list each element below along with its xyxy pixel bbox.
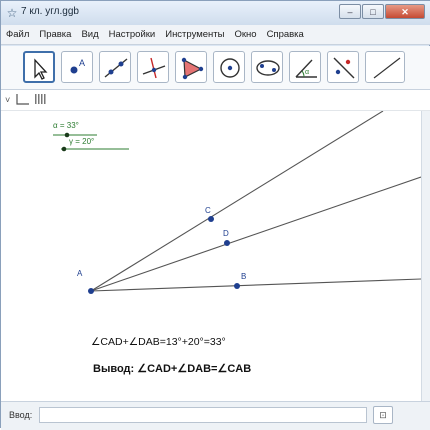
slider-gamma-handle[interactable] [61, 146, 67, 152]
point-b[interactable] [234, 283, 240, 289]
axes-icon [16, 94, 29, 105]
minimize-button[interactable]: – [339, 4, 361, 19]
point-a-label: A [77, 269, 83, 278]
angle-icon: α [295, 59, 317, 78]
graphics-view[interactable]: α = 33° γ = 20° A C D B ∠CAD+∠DAB=13°+20… [1, 110, 422, 401]
style-bar: ˅ [1, 90, 430, 111]
point-icon: A [70, 58, 85, 74]
equation-text[interactable]: ∠CAD+∠DAB=13°+20°=33° [91, 336, 226, 348]
menu-tools[interactable]: Инструменты [165, 29, 224, 40]
menu-window[interactable]: Окно [234, 29, 256, 40]
point-c-label: C [205, 206, 211, 215]
menu-view[interactable]: Вид [81, 29, 98, 40]
menu-settings[interactable]: Настройки [109, 29, 156, 40]
point-c[interactable] [208, 216, 214, 222]
ray-ac[interactable] [90, 110, 384, 292]
angle-tool-button[interactable]: α [289, 51, 321, 83]
svg-text:A: A [79, 58, 85, 68]
style-bar-icons: ˅ [5, 94, 46, 105]
input-label: Ввод: [9, 410, 33, 420]
polygon-icon [181, 57, 204, 80]
overflow-icon [373, 57, 401, 79]
menu-bar: Файл Правка Вид Настройки Инструменты Ок… [1, 25, 430, 45]
menu-help[interactable]: Справка [267, 29, 304, 40]
input-field[interactable] [39, 407, 367, 423]
point-d[interactable] [224, 240, 230, 246]
ray-ad[interactable] [90, 176, 422, 292]
menu-edit[interactable]: Правка [39, 29, 71, 40]
circle-icon [220, 58, 240, 78]
point-tool-button[interactable]: A [61, 51, 93, 83]
more-tools-button[interactable] [365, 51, 405, 83]
perpendicular-icon [142, 57, 166, 79]
reflect-icon [333, 57, 355, 79]
reflect-tool-button[interactable] [327, 51, 359, 83]
conclusion-text[interactable]: Вывод: ∠CAD+∠DAB=∠CAB [93, 363, 251, 375]
toolbar: A α [1, 46, 430, 90]
close-button[interactable]: ✕ [385, 4, 425, 19]
ray-ab[interactable] [90, 278, 422, 292]
line-icon [104, 58, 128, 78]
conic-tool-button[interactable] [251, 51, 283, 83]
point-d-label: D [223, 229, 229, 238]
point-a[interactable] [88, 288, 94, 294]
vertical-scrollbar[interactable] [421, 111, 430, 401]
perpendicular-tool-button[interactable] [137, 51, 169, 83]
app-star-icon: ☆ [6, 6, 18, 20]
window-buttons: – □ ✕ [339, 4, 425, 20]
line-tool-button[interactable] [99, 51, 131, 83]
polygon-tool-button[interactable] [175, 51, 207, 83]
collapse-icon: ˅ [5, 95, 10, 105]
geogebra-window: ☆ 7 кл. угл.ggb – □ ✕ Файл Правка Вид На… [0, 0, 430, 430]
circle-tool-button[interactable] [213, 51, 245, 83]
window-title: 7 кл. угл.ggb [21, 6, 79, 17]
title-bar[interactable]: ☆ 7 кл. угл.ggb – □ ✕ [1, 1, 430, 25]
input-help-button[interactable]: ⊡ [373, 406, 393, 424]
arrow-cursor-icon [34, 58, 48, 80]
ellipse-icon [256, 60, 280, 76]
move-tool-button[interactable] [23, 51, 55, 83]
slider-gamma-label: γ = 20° [69, 137, 94, 146]
geometry-drawing: α = 33° γ = 20° A C D B ∠CAD+∠DAB=13°+20… [53, 110, 422, 375]
svg-text:α: α [305, 69, 309, 76]
maximize-button[interactable]: □ [362, 4, 384, 19]
menu-file[interactable]: Файл [6, 29, 29, 40]
slider-alpha-label: α = 33° [53, 121, 79, 130]
point-b-label: B [241, 272, 246, 281]
input-bar: Ввод: ⊡ [1, 401, 430, 430]
grid-icon [35, 94, 46, 104]
